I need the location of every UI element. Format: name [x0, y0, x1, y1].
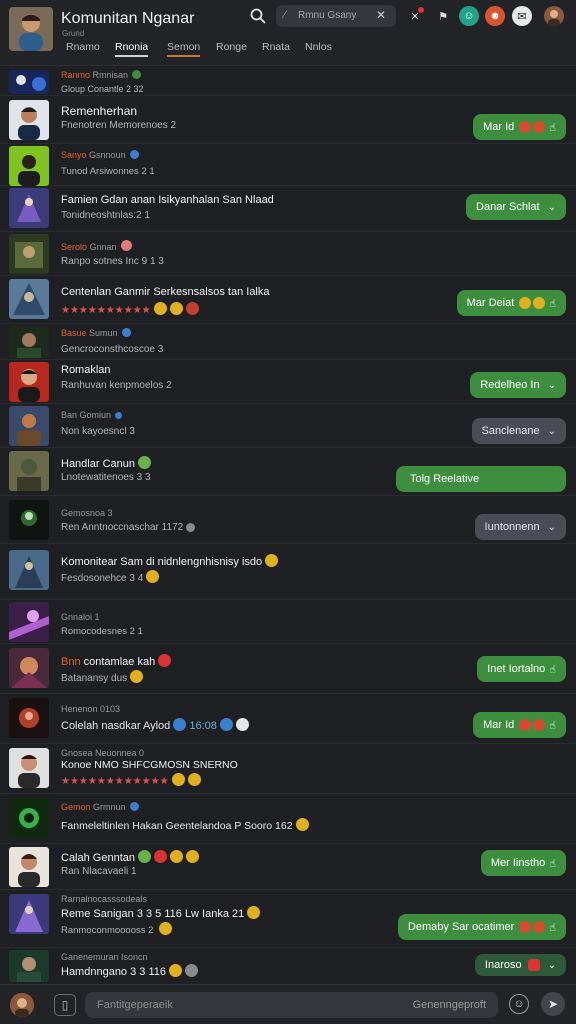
list-item[interactable]: Remenherhan Fnenotren Memorenoes 2 Mar I… — [0, 96, 576, 144]
tab-5[interactable]: Nnlos — [305, 41, 332, 57]
thumbnail — [9, 847, 49, 887]
list-item[interactable]: Handlar Canun Lnotewatitenoes 3 3 Tolg R… — [0, 448, 576, 496]
action-button[interactable]: Sanclenane ⌄ — [471, 418, 566, 444]
thumbnail — [9, 894, 49, 934]
list-item[interactable]: Gnosea Neuonnea 0 Konoe NMO SHFCGMOSN SN… — [0, 744, 576, 794]
send-icon[interactable]: ➤ — [541, 992, 565, 1016]
emoji-icon[interactable]: ☺ — [509, 994, 529, 1014]
page-title: Komunitan Nganar — [61, 10, 195, 27]
close-icon[interactable]: ✕ — [376, 8, 386, 22]
thumbnail — [9, 698, 49, 738]
list-item[interactable]: Gnnaloi 1 Romocodesnes 2 1 — [0, 600, 576, 644]
tab-4[interactable]: Rnata — [262, 41, 290, 57]
thumbnail — [9, 279, 49, 319]
list-item[interactable]: Gemosnoa 3 Ren Anntnoccnaschar 1172 Iunt… — [0, 496, 576, 544]
action-button[interactable]: Mar Id ☝ — [473, 114, 566, 140]
thumbnail — [9, 100, 49, 140]
thumbnail — [9, 550, 49, 590]
pin-icon[interactable]: ⚑ — [433, 6, 453, 26]
list-item[interactable]: Bnn contamlae kah Batanansy dus Inet Ior… — [0, 644, 576, 694]
tab-3[interactable]: Ronge — [216, 41, 247, 57]
list-item[interactable]: Calah Genntan Ran Nlacavaeli 1 Mer Iinst… — [0, 844, 576, 890]
conversation-list: Ranmo Rmnisan Gloup Conantle 2 32 Remenh… — [0, 66, 576, 984]
list-item[interactable]: Ganenemuran Isoncn Hamdnngano 3 3 116 In… — [0, 948, 576, 984]
list-item[interactable]: Serolo Gnnan Ranpo sotnes Inc 9 1 3 — [0, 232, 576, 276]
chat-bubble-icon[interactable]: ✉ — [512, 6, 532, 26]
thumbnail — [9, 602, 49, 642]
thumbnail — [9, 146, 49, 186]
list-item[interactable]: Komonitear Sam di nidnlengnhisnisy isdo … — [0, 544, 576, 600]
list-item[interactable]: Famien Gdan anan Isikyanhalan San Nlaad … — [0, 186, 576, 232]
search-icon[interactable] — [249, 7, 267, 25]
list-item[interactable]: Henenon 0103 Colelah nasdkar Aylod 16:08… — [0, 694, 576, 744]
action-button[interactable]: Inaroso ⌄ — [474, 954, 566, 976]
thumbnail — [9, 648, 49, 688]
list-item[interactable]: Ban Gomiun Non kayoesncl 3 Sanclenane ⌄ — [0, 404, 576, 448]
list-item[interactable]: Centenlan Ganmir Serkesnsalsos tan Ialka… — [0, 276, 576, 324]
group-avatar[interactable] — [9, 7, 53, 51]
thumbnail — [9, 188, 49, 228]
status-dot — [120, 240, 132, 251]
attach-icon[interactable]: ▯ — [54, 994, 76, 1016]
status-dot — [121, 328, 131, 337]
tab-1[interactable]: Rnonia — [115, 41, 149, 57]
team-icon[interactable]: ☺ — [459, 6, 479, 26]
tab-2[interactable]: Semon — [167, 41, 201, 57]
tab-0[interactable]: Rnamo — [66, 41, 100, 57]
message-input[interactable]: Fantitgeperaeik Genenngeproft — [85, 992, 498, 1018]
thumbnail — [9, 234, 49, 274]
list-item[interactable]: Gemon Grmnun Fanmeleltinlen Hakan Geente… — [0, 794, 576, 844]
mute-icon[interactable]: ✕ — [405, 6, 425, 26]
thumbnail — [9, 451, 49, 491]
status-dot — [115, 412, 123, 419]
thumbnail — [9, 500, 49, 540]
status-dot — [129, 802, 139, 811]
thumbnail — [9, 798, 49, 838]
action-button[interactable]: Redelheo In ⌄ — [470, 372, 566, 398]
thumbnail — [9, 362, 49, 402]
list-item[interactable]: Romaklan Ranhuvan kenpmoelos 2 Redelheo … — [0, 360, 576, 404]
chat-header: Komunitan Nganar Grund Rnamo Rnonia Semo… — [0, 0, 576, 66]
action-button[interactable]: Mar Id ☝ — [473, 712, 566, 738]
page-subtitle: Grund — [62, 29, 85, 38]
thumbnail — [9, 70, 49, 94]
thumbnail — [9, 326, 49, 358]
status-dot — [129, 150, 139, 159]
action-button[interactable]: Mar Deiat ☝ — [456, 290, 566, 316]
list-item[interactable]: Ranmo Rmnisan Gloup Conantle 2 32 — [0, 66, 576, 96]
fire-icon[interactable]: ☻ — [485, 6, 505, 26]
profile-avatar[interactable] — [544, 6, 564, 26]
thumbnail — [9, 406, 49, 446]
action-button[interactable]: Demaby Sar ocatimer ☝ — [397, 914, 566, 940]
action-button[interactable]: Inet Iortalno ☝ — [477, 656, 566, 682]
list-item[interactable]: Rarnalnocasssodeals Reme Sanigan 3 3 5 1… — [0, 890, 576, 948]
thumbnail — [9, 748, 49, 788]
thumbnail — [9, 950, 49, 982]
search-input[interactable]: ⁄ Rmnu Gsany ✕ — [276, 5, 396, 27]
list-item[interactable]: Basue Sumun Gencroconsthcoscoe 3 — [0, 324, 576, 360]
action-button[interactable]: Iuntonnenn ⌄ — [474, 514, 566, 540]
my-avatar[interactable] — [10, 993, 34, 1017]
tag-icon: ⁄ — [284, 9, 286, 21]
list-item[interactable]: Sanyo Gsnnoun Tunod Arsiwonnes 2 1 — [0, 144, 576, 186]
status-dot — [132, 70, 142, 79]
composer-bar: ▯ Fantitgeperaeik Genenngeproft ☺ ➤ — [0, 984, 576, 1024]
action-button[interactable]: Danar Schlat ⌄ — [466, 194, 566, 220]
action-button[interactable]: Tolg Reelative — [396, 466, 566, 492]
action-button[interactable]: Mer Iinstho ☝ — [480, 850, 566, 876]
